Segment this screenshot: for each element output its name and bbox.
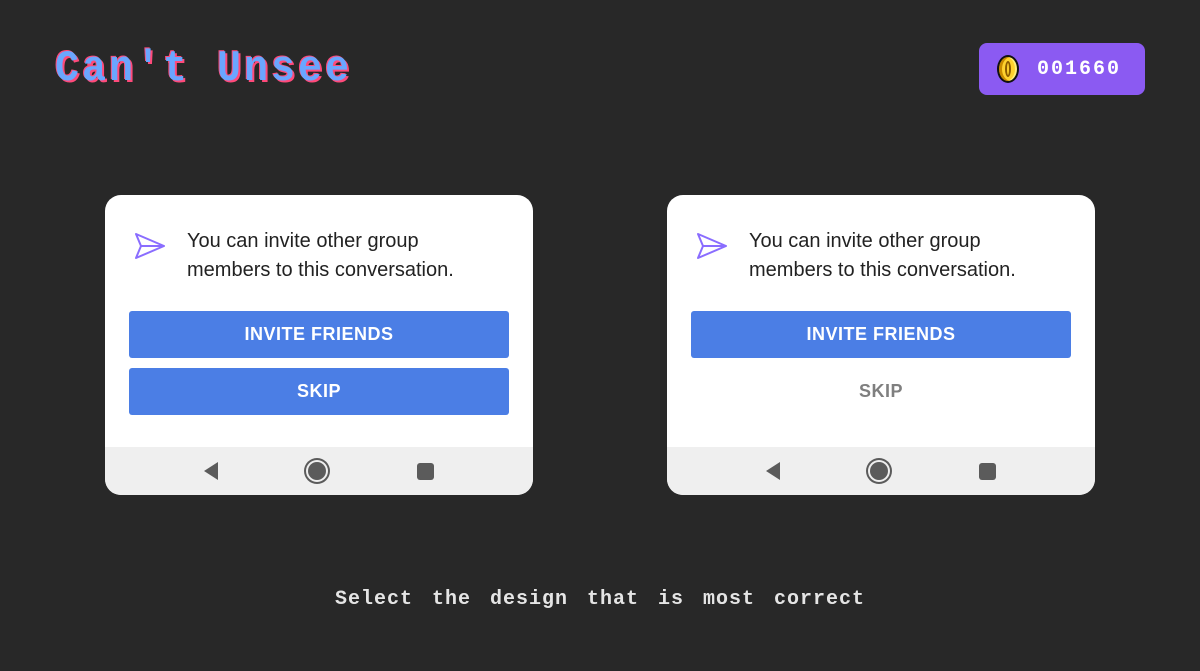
invite-friends-button[interactable]: INVITE FRIENDS (691, 311, 1071, 358)
home-icon (308, 462, 326, 480)
card-text: You can invite other group members to th… (749, 227, 1065, 285)
back-icon (766, 462, 780, 480)
invite-friends-button[interactable]: INVITE FRIENDS (129, 311, 509, 358)
skip-button[interactable]: SKIP (691, 368, 1071, 415)
skip-button[interactable]: SKIP (129, 368, 509, 415)
coin-icon (997, 55, 1019, 83)
back-icon (204, 462, 218, 480)
logo: Can't Unsee (55, 44, 352, 94)
option-right[interactable]: You can invite other group members to th… (667, 195, 1095, 495)
send-icon (135, 233, 165, 259)
home-icon (870, 462, 888, 480)
recents-icon (417, 463, 434, 480)
comparison-arena: You can invite other group members to th… (55, 195, 1145, 495)
option-left[interactable]: You can invite other group members to th… (105, 195, 533, 495)
score-value: 001660 (1037, 58, 1121, 81)
android-navbar (105, 447, 533, 495)
score-badge: 001660 (979, 43, 1145, 95)
card-text: You can invite other group members to th… (187, 227, 503, 285)
recents-icon (979, 463, 996, 480)
android-navbar (667, 447, 1095, 495)
instruction-text: Select the design that is most correct (0, 588, 1200, 611)
send-icon (697, 233, 727, 259)
